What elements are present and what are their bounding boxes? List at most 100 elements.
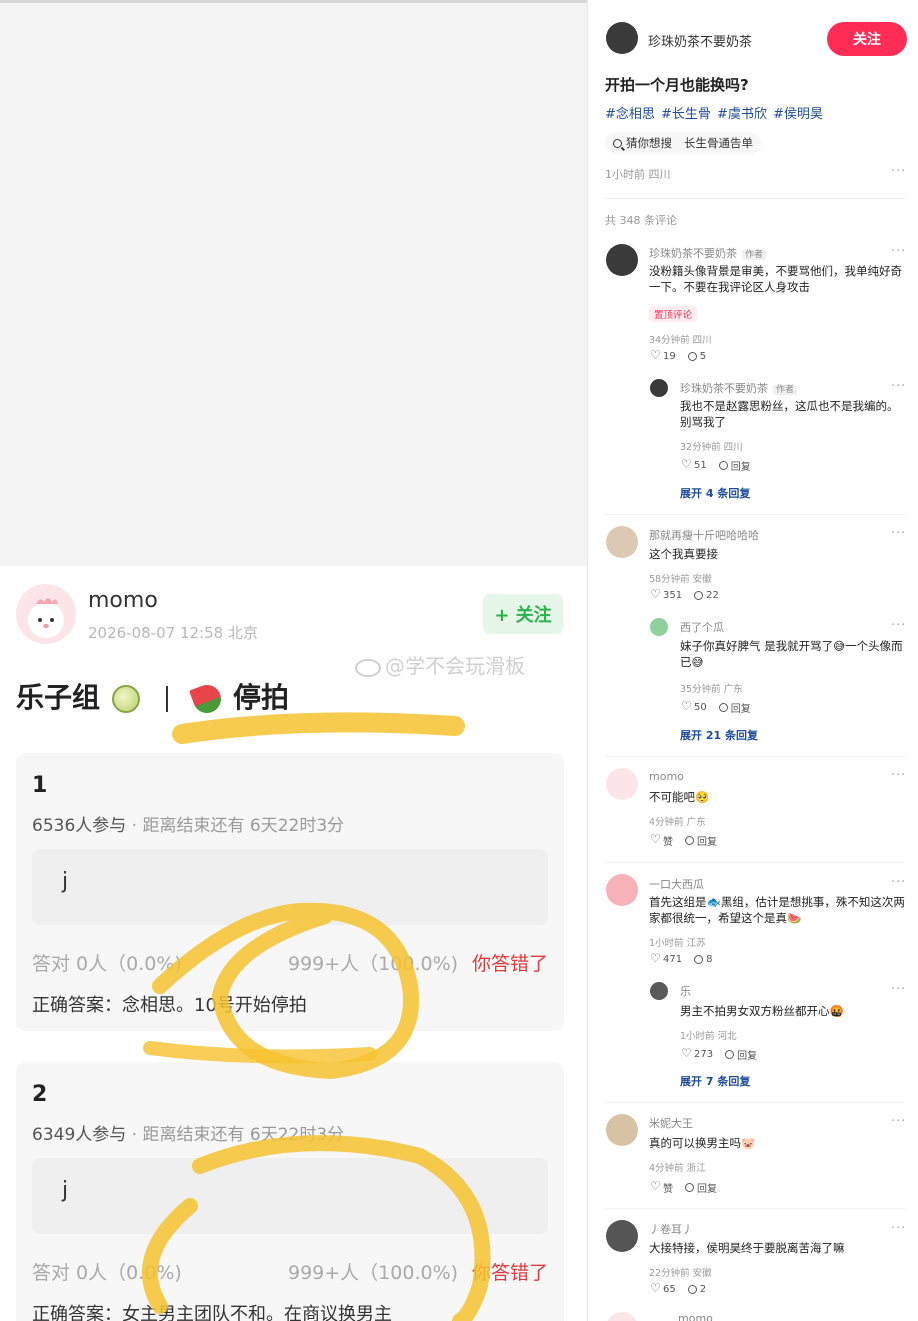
- more-icon[interactable]: ···: [891, 379, 906, 394]
- reply-label: 回复: [730, 704, 751, 715]
- like-label: 赞: [663, 837, 673, 848]
- reply-button[interactable]: 22: [694, 590, 719, 601]
- guess-search[interactable]: 猜你想搜 长生骨通告单: [605, 132, 761, 154]
- quiz-info: 6349人参与 · 距离结束还有 6天22时3分: [32, 1120, 344, 1145]
- comment-author[interactable]: 珍珠奶茶不要奶茶 作者: [649, 245, 767, 261]
- comment-meta: 4分钟前 广东: [649, 817, 706, 828]
- reply-button[interactable]: 回复: [718, 700, 751, 715]
- quiz-total-stat: 999+人（100.0%): [288, 1262, 459, 1284]
- follow-button[interactable]: 关注: [827, 22, 907, 56]
- avatar[interactable]: [606, 244, 638, 276]
- comment-meta: 35分钟前 广东: [680, 684, 743, 695]
- like-button[interactable]: 273: [681, 1046, 714, 1061]
- avatar[interactable]: [606, 526, 638, 558]
- avatar[interactable]: [606, 22, 638, 54]
- avatar[interactable]: [16, 584, 76, 644]
- reply-label: 回复: [737, 1051, 758, 1062]
- comment-author[interactable]: 那就再瘦十斤吧哈哈哈: [649, 527, 759, 543]
- quiz-number: 2: [32, 1082, 48, 1107]
- follow-button[interactable]: + 关注: [483, 594, 563, 634]
- heart-icon: [650, 951, 661, 965]
- avatar[interactable]: [650, 982, 668, 1000]
- comment-actions: 471 8: [650, 951, 712, 966]
- avatar[interactable]: [606, 1312, 638, 1321]
- like-button[interactable]: 351: [650, 587, 683, 602]
- reply-count: 22: [706, 590, 719, 601]
- expand-replies[interactable]: 展开 4 条回复: [680, 485, 750, 501]
- comment-actions: 65 2: [650, 1281, 706, 1296]
- like-button[interactable]: 赞: [650, 832, 673, 849]
- author-name[interactable]: 珍珠奶茶不要奶茶: [648, 31, 752, 50]
- comment-author[interactable]: 西了个瓜: [680, 619, 724, 635]
- like-count: 351: [663, 590, 683, 601]
- watermark: @学不会玩滑板: [355, 650, 525, 679]
- avatar[interactable]: [650, 379, 668, 397]
- like-count: 273: [694, 1049, 714, 1060]
- comment-icon: [694, 955, 704, 964]
- avatar[interactable]: [606, 1114, 638, 1146]
- quiz-option[interactable]: j: [32, 1158, 548, 1234]
- comment-author[interactable]: 丿卷耳丿: [649, 1221, 693, 1237]
- avatar[interactable]: [650, 618, 668, 636]
- like-button[interactable]: 51: [681, 457, 707, 472]
- post-tags[interactable]: #念相思 #长生骨 #虞书欣 #侯明昊: [605, 103, 823, 122]
- comment-meta: 34分钟前 四川: [649, 335, 712, 346]
- like-count: 19: [663, 351, 676, 362]
- like-button[interactable]: 471: [650, 951, 682, 966]
- comment-author[interactable]: 米妮大王: [649, 1115, 693, 1131]
- expand-replies[interactable]: 展开 21 条回复: [680, 727, 758, 743]
- expand-replies[interactable]: 展开 7 条回复: [680, 1073, 750, 1089]
- search-label: 猜你想搜: [626, 136, 672, 150]
- more-icon[interactable]: ···: [891, 244, 906, 259]
- quiz-participants: 6349人参与: [32, 1125, 127, 1145]
- like-button[interactable]: 65: [650, 1281, 676, 1296]
- more-icon[interactable]: ···: [891, 1221, 906, 1236]
- quiz-info: 6536人参与 · 距离结束还有 6天22时3分: [32, 811, 344, 836]
- more-icon[interactable]: ···: [891, 526, 906, 541]
- comment-actions: 351 22: [650, 587, 719, 602]
- comment-author[interactable]: 乐: [680, 983, 691, 999]
- post-username[interactable]: momo: [88, 588, 158, 613]
- more-icon[interactable]: ···: [891, 982, 906, 997]
- more-icon[interactable]: ···: [891, 768, 906, 783]
- divider: [605, 198, 905, 199]
- comment-actions: 273 回复: [681, 1046, 757, 1063]
- more-icon[interactable]: ···: [891, 618, 906, 633]
- like-button[interactable]: 赞: [650, 1179, 673, 1196]
- comment-author[interactable]: 一口大西瓜: [649, 876, 704, 892]
- comment-text: 真的可以换男主吗🐷: [649, 1136, 756, 1150]
- reply-button[interactable]: 回复: [718, 458, 751, 473]
- comment-actions: 赞 回复: [650, 832, 717, 849]
- comment-text: 没粉籍头像背景是审美，不要骂他们，我单纯好奇一下。不要在我评论区人身攻击: [649, 264, 902, 294]
- comment-meta: 22分钟前 安徽: [649, 1268, 712, 1279]
- more-icon[interactable]: ···: [891, 164, 906, 179]
- quiz-option[interactable]: j: [32, 849, 548, 925]
- comment-author[interactable]: momo: [678, 1312, 713, 1321]
- reply-button[interactable]: 5: [687, 351, 706, 362]
- momo-avatar-icon: [28, 598, 64, 638]
- comment-icon: [725, 1050, 735, 1059]
- reply-button[interactable]: 回复: [725, 1047, 757, 1062]
- more-icon[interactable]: ···: [891, 1114, 906, 1129]
- reply-button[interactable]: 8: [694, 954, 712, 965]
- comment-meta: 1小时前 江苏: [649, 938, 706, 949]
- comment-author[interactable]: momo: [649, 770, 684, 783]
- avatar[interactable]: [606, 768, 638, 800]
- avatar[interactable]: [606, 874, 638, 906]
- like-button[interactable]: 50: [681, 699, 707, 714]
- comment-author[interactable]: 珍珠奶茶不要奶茶 作者: [680, 380, 798, 396]
- author-badge: 作者: [742, 250, 767, 260]
- comment-icon: [718, 703, 728, 712]
- comment-text: 首先这组是🐟黑组，估计是想挑事，殊不知这次两家都很统一，希望这个是真🍉: [649, 895, 905, 925]
- divider: [605, 756, 905, 757]
- avatar[interactable]: [606, 1220, 638, 1252]
- quiz-deadline: · 距离结束还有 6天22时3分: [131, 816, 345, 836]
- more-icon[interactable]: ···: [891, 875, 906, 890]
- comment-text: 男主不拍男女双方粉丝都开心🤬: [680, 1004, 844, 1018]
- heart-icon: [650, 832, 661, 846]
- reply-button[interactable]: 回复: [685, 1180, 717, 1195]
- like-button[interactable]: 19: [650, 348, 676, 363]
- reply-button[interactable]: 2: [687, 1284, 706, 1295]
- comment-actions: 51 回复: [681, 457, 751, 474]
- reply-button[interactable]: 回复: [685, 833, 717, 848]
